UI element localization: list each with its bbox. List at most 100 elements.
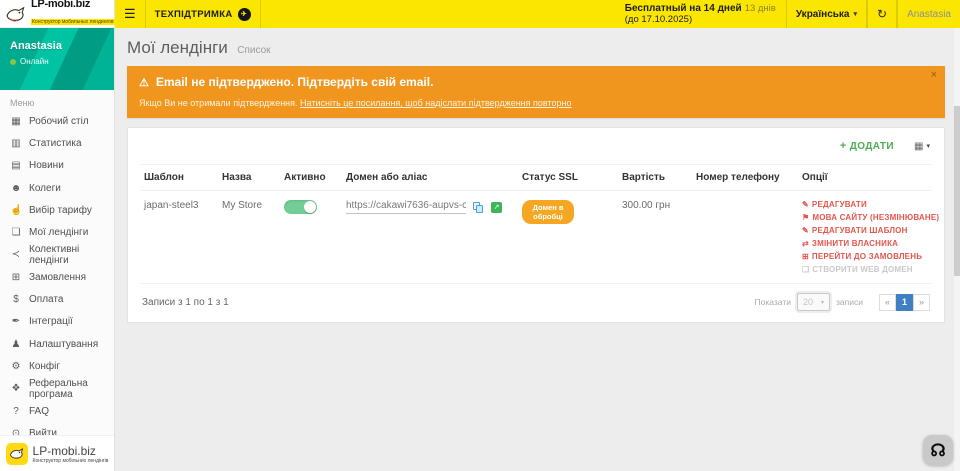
table-footer: Записи з 1 по 1 з 1 Показати 20 ▾ записи… (140, 283, 932, 322)
banner-title-text: Email не підтверджено. Підтвердіть свій … (156, 75, 434, 89)
sidebar-item-label: Колективні лендінги (29, 244, 104, 266)
col-name[interactable]: Назва (218, 165, 280, 191)
edit-icon: ✎ (802, 200, 809, 209)
column-visibility-button[interactable]: ▦ ▾ (914, 141, 930, 152)
col-price[interactable]: Вартість (618, 165, 692, 191)
cart-icon: ⊞ (802, 252, 809, 261)
next-page-button[interactable]: » (913, 294, 930, 311)
option-label: РЕДАГУВАТИ ШАБЛОН (812, 226, 908, 235)
sidebar-item-desktop[interactable]: ▦ Робочий стіл (0, 110, 114, 132)
question-icon: ? (10, 406, 22, 417)
table-row: japan-steel3 My Store https://cakawi7636… (140, 191, 932, 284)
col-options[interactable]: Опції (798, 165, 932, 191)
edit-icon: ✎ (802, 226, 809, 235)
edit-option[interactable]: ✎ РЕДАГУВАТИ (802, 200, 928, 209)
dog-logo-icon (5, 5, 27, 23)
option-label: ПЕРЕЙТИ ДО ЗАМОВЛЕНЬ (812, 252, 922, 261)
telegram-icon: ✈ (238, 8, 251, 21)
close-icon[interactable]: × (931, 69, 937, 81)
sidebar-item-integrations[interactable]: ✒ Інтеграції (0, 311, 114, 333)
change-owner-option[interactable]: ⇄ ЗМІНИТИ ВЛАСНИКА (802, 239, 928, 248)
sidebar-item-tariff[interactable]: ☝ Вибір тарифу (0, 199, 114, 221)
sidebar-item-statistics[interactable]: ▥ Статистика (0, 132, 114, 154)
support-chat-button[interactable]: ☊ (923, 435, 953, 465)
col-domain[interactable]: Домен або аліас (342, 165, 518, 191)
cart-icon: ⊞ (10, 272, 22, 283)
trial-title: Бесплатный на 14 дней (625, 3, 742, 14)
language-label: Українська (796, 9, 850, 20)
go-to-orders-option[interactable]: ⊞ ПЕРЕЙТИ ДО ЗАМОВЛЕНЬ (802, 252, 928, 261)
cell-options: ✎ РЕДАГУВАТИ ⚑ МОВА САЙТУ (НЕЗМІНЮВАНЕ) … (798, 191, 932, 284)
menu-section-label: Меню (0, 90, 114, 110)
sidebar-item-news[interactable]: ▤ Новини (0, 155, 114, 177)
topbar-username[interactable]: Anastasia (897, 0, 960, 28)
topbar: ☰ ТЕХПІДТРИМКА ✈ Бесплатный на 14 дней13… (115, 0, 960, 28)
refresh-button[interactable]: ↻ (867, 0, 897, 28)
user-status-label: Онлайн (20, 57, 49, 66)
site-language-option[interactable]: ⚑ МОВА САЙТУ (НЕЗМІНЮВАНЕ) (802, 213, 928, 222)
sidebar-item-config[interactable]: ⚙ Конфіг (0, 355, 114, 377)
sidebar-item-collective-landings[interactable]: ≺ Колективні лендінги (0, 244, 114, 266)
logo-subtitle: Конструктор мобильных лендингов (31, 19, 115, 25)
logo-title: LP-mobi.biz (31, 0, 115, 10)
external-link-icon[interactable]: ↗ (491, 202, 502, 213)
sidebar-item-referral[interactable]: ❖ Реферальна програма (0, 378, 114, 400)
option-label: МОВА САЙТУ (НЕЗМІНЮВАНЕ) (812, 213, 939, 222)
news-icon: ▤ (10, 160, 22, 171)
col-active[interactable]: Активно (280, 165, 342, 191)
scrollbar-track (954, 28, 960, 471)
page-title: Мої лендінги (127, 38, 228, 57)
sidebar-item-faq[interactable]: ? FAQ (0, 400, 114, 422)
pen-icon: ✒ (10, 316, 22, 327)
resend-confirmation-link[interactable]: Натисніть це посилання, щоб надіслати пі… (300, 98, 571, 108)
cell-ssl-status: Домен в обробці (518, 191, 618, 284)
copy-icon[interactable] (473, 202, 484, 213)
sidebar-item-label: Колеги (29, 183, 61, 194)
cell-active (280, 191, 342, 284)
sidebar-item-settings[interactable]: ♟ Налаштування (0, 333, 114, 355)
pagination: « 1 » (879, 294, 930, 311)
sidebar-logo[interactable]: LP-mobi.biz Конструктор мобильных лендин… (0, 0, 114, 28)
swap-icon: ⇄ (802, 239, 809, 248)
toggle-knob (304, 201, 316, 213)
chevron-down-icon: ▾ (854, 10, 858, 18)
sidebar-item-label: Новини (29, 160, 64, 171)
language-selector[interactable]: Українська ▾ (786, 0, 867, 28)
sidebar-item-label: FAQ (29, 406, 49, 417)
sidebar-item-my-landings[interactable]: ❏ Мої лендінги (0, 221, 114, 243)
col-ssl-status[interactable]: Статус SSL (518, 165, 618, 191)
warning-icon: ⚠ (139, 76, 149, 89)
scrollbar-thumb[interactable] (954, 106, 960, 276)
trial-days-left: 13 днів (745, 3, 776, 14)
sidebar-item-payment[interactable]: $ Оплата (0, 288, 114, 310)
tech-support-button[interactable]: ТЕХПІДТРИМКА ✈ (146, 0, 261, 28)
cell-name: My Store (218, 191, 280, 284)
referral-icon: ❖ (10, 383, 22, 394)
col-phone[interactable]: Номер телефону (692, 165, 798, 191)
sidebar-item-label: Вибір тарифу (29, 205, 92, 216)
chevron-down-icon: ▾ (821, 299, 824, 306)
domain-link[interactable]: https://cakawi7636-aupvs-com-42 (346, 200, 466, 214)
user-status: Онлайн (10, 57, 104, 66)
edit-template-option[interactable]: ✎ РЕДАГУВАТИ ШАБЛОН (802, 226, 928, 235)
sidebar-item-label: Статистика (29, 138, 82, 149)
footer-logo-title: LP-mobi.biz (33, 444, 109, 458)
add-landing-label: ДОДАТИ (850, 141, 894, 152)
user-name: Anastasia (10, 40, 104, 52)
add-landing-button[interactable]: + ДОДАТИ (840, 140, 894, 152)
sidebar-item-label: Інтеграції (29, 316, 73, 327)
sidebar-item-colleagues[interactable]: ☻ Колеги (0, 177, 114, 199)
page-1-button[interactable]: 1 (896, 294, 913, 311)
hand-icon: ☝ (10, 205, 22, 216)
page-icon: ❏ (10, 227, 22, 238)
active-toggle[interactable] (284, 200, 317, 214)
sidebar-item-orders[interactable]: ⊞ Замовлення (0, 266, 114, 288)
sidebar: LP-mobi.biz Конструктор мобильных лендин… (0, 0, 115, 471)
prev-page-button[interactable]: « (879, 294, 896, 311)
create-web-domain-option: ❏ СТВОРИТИ WEB ДОМЕН (802, 265, 928, 274)
sidebar-footer-logo[interactable]: LP-mobi.biz Конструктор мобільних лендін… (0, 435, 114, 471)
hamburger-menu-button[interactable]: ☰ (115, 0, 146, 28)
sidebar-item-label: Замовлення (29, 272, 86, 283)
col-template[interactable]: Шаблон (140, 165, 218, 191)
page-size-select[interactable]: 20 ▾ (797, 293, 830, 311)
